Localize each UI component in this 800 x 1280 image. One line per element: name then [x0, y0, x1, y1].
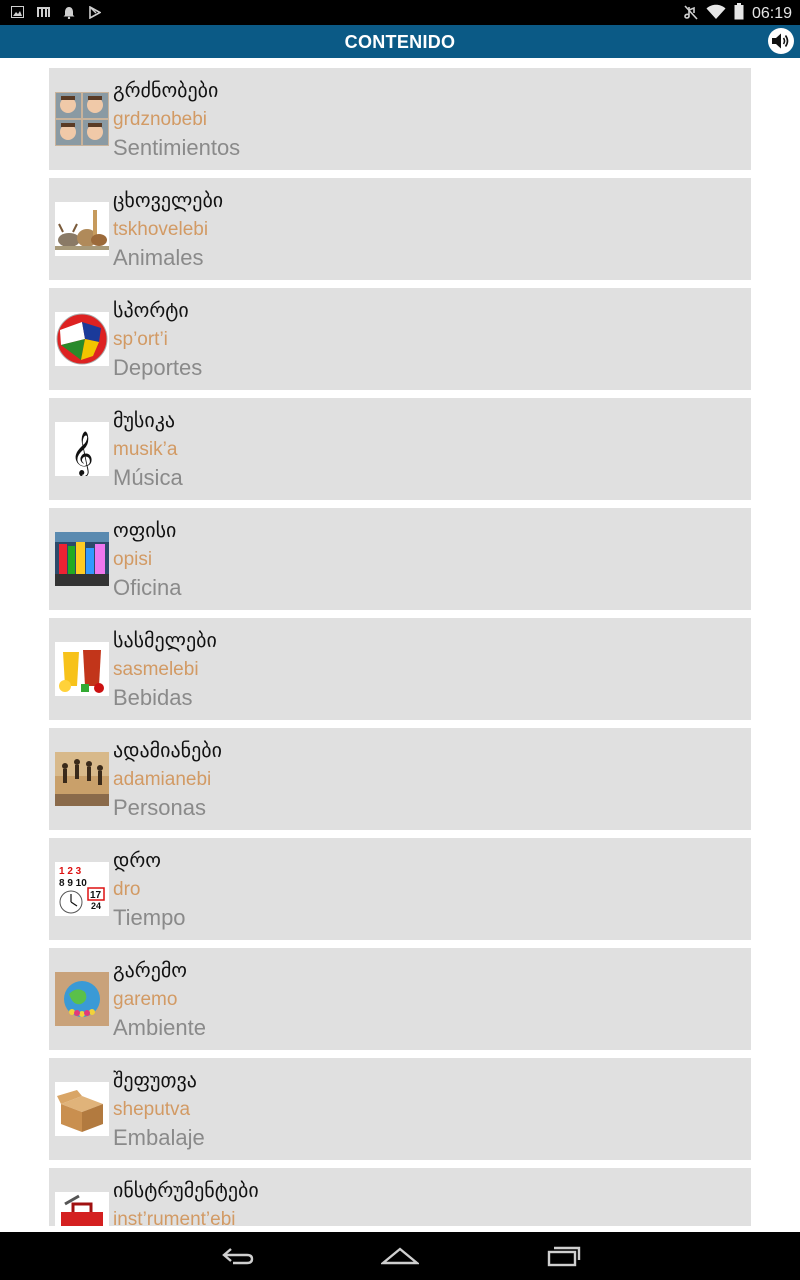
georgian-word: გრძნობები [113, 78, 219, 102]
georgian-word: სასმელები [113, 628, 217, 652]
list-item[interactable]: ცხოველები tskhovelebi Animales [49, 178, 751, 280]
svg-text:17: 17 [90, 890, 102, 901]
treble-clef-thumbnail: 𝄞 [55, 422, 109, 476]
transliteration: dro [113, 879, 141, 900]
spanish-translation: Sentimientos [113, 135, 241, 160]
transliteration: tskhovelebi [113, 219, 209, 240]
bell-notification-icon [62, 5, 76, 19]
spanish-translation: Personas [113, 795, 206, 820]
office-supplies-thumbnail [55, 532, 109, 586]
toolbox-thumbnail [55, 1192, 109, 1226]
transliteration: musik’a [113, 439, 178, 460]
home-button[interactable] [380, 1242, 420, 1270]
home-icon [381, 1247, 419, 1265]
spanish-translation: Música [113, 465, 183, 490]
transliteration: sheputva [113, 1099, 191, 1120]
spanish-translation: Bebidas [113, 685, 193, 710]
transliteration: grdznobebi [113, 109, 208, 130]
back-button[interactable] [218, 1242, 258, 1270]
list-item[interactable]: სასმელები sasmelebi Bebidas [49, 618, 751, 720]
sound-button[interactable] [768, 28, 794, 54]
transliteration: adamianebi [113, 769, 212, 790]
mute-icon [684, 4, 698, 24]
wifi-icon [706, 4, 726, 24]
spanish-translation: Tiempo [113, 905, 186, 930]
recents-button[interactable] [544, 1242, 584, 1270]
recents-icon [547, 1246, 581, 1267]
svg-text:8 9 10: 8 9 10 [59, 878, 87, 889]
system-status: 06:19 [684, 3, 792, 24]
georgian-word: დრო [113, 848, 161, 872]
list-item[interactable]: ოფისი opisi Oficina [49, 508, 751, 610]
app-bar: CONTENIDO [0, 25, 800, 58]
transliteration: sp’ort’i [113, 329, 168, 350]
list-item[interactable]: ადამიანები adamianebi Personas [49, 728, 751, 830]
notification-icons [10, 5, 102, 19]
list-item[interactable]: 1 2 3 8 9 10 17 24 დრო dro Tiempo [49, 838, 751, 940]
clock: 06:19 [751, 4, 792, 22]
svg-text:𝄞: 𝄞 [71, 431, 93, 476]
list-item[interactable]: გარემო garemo Ambiente [49, 948, 751, 1050]
spanish-translation: Deportes [113, 355, 203, 380]
animals-thumbnail [55, 202, 109, 256]
spanish-translation: Embalaje [113, 1125, 205, 1150]
bars-notification-icon [36, 5, 50, 19]
georgian-word: გარემო [113, 958, 188, 982]
page-title: CONTENIDO [344, 32, 456, 52]
georgian-word: ინსტრუმენტები [113, 1178, 259, 1202]
georgian-word: შეფუთვა [113, 1068, 197, 1092]
list-item[interactable]: შეფუთვა sheputva Embalaje [49, 1058, 751, 1160]
faces-thumbnail [55, 92, 109, 146]
globe-people-thumbnail [55, 972, 109, 1026]
status-bar: 06:19 [0, 0, 800, 25]
drinks-thumbnail [55, 642, 109, 696]
spanish-translation: Animales [113, 245, 204, 270]
cardboard-box-thumbnail [55, 1082, 109, 1136]
transliteration: inst’rument’ebi [113, 1209, 236, 1226]
navigation-bar [0, 1232, 800, 1280]
list-item[interactable]: გრძნობები grdznobebi Sentimientos [49, 68, 751, 170]
georgian-word: ადამიანები [113, 738, 222, 762]
list-item[interactable]: სპორტი sp’ort’i Deportes [49, 288, 751, 390]
people-jumping-thumbnail [55, 752, 109, 806]
list-item[interactable]: 𝄞 მუსიკა musik’a Música [49, 398, 751, 500]
svg-text:1 2 3: 1 2 3 [59, 866, 82, 877]
svg-text:24: 24 [91, 901, 101, 911]
list-item[interactable]: ინსტრუმენტები inst’rument’ebi [49, 1168, 751, 1226]
back-icon [222, 1248, 254, 1265]
battery-icon [734, 3, 744, 24]
flags-ball-thumbnail [55, 312, 109, 366]
georgian-word: ცხოველები [113, 188, 224, 212]
transliteration: garemo [113, 989, 178, 1010]
speaker-icon [772, 33, 789, 49]
calendar-clock-thumbnail: 1 2 3 8 9 10 17 24 [55, 862, 109, 916]
georgian-word: ოფისი [113, 518, 177, 542]
spanish-translation: Ambiente [113, 1015, 206, 1040]
transliteration: sasmelebi [113, 659, 199, 680]
transliteration: opisi [113, 549, 153, 570]
play-store-notification-icon [88, 5, 102, 19]
spanish-translation: Oficina [113, 575, 182, 600]
image-notification-icon [10, 5, 24, 19]
georgian-word: სპორტი [113, 298, 189, 322]
category-list[interactable]: გრძნობები grdznobebi Sentimientos ცხოველ… [49, 68, 751, 1226]
georgian-word: მუსიკა [113, 408, 176, 432]
